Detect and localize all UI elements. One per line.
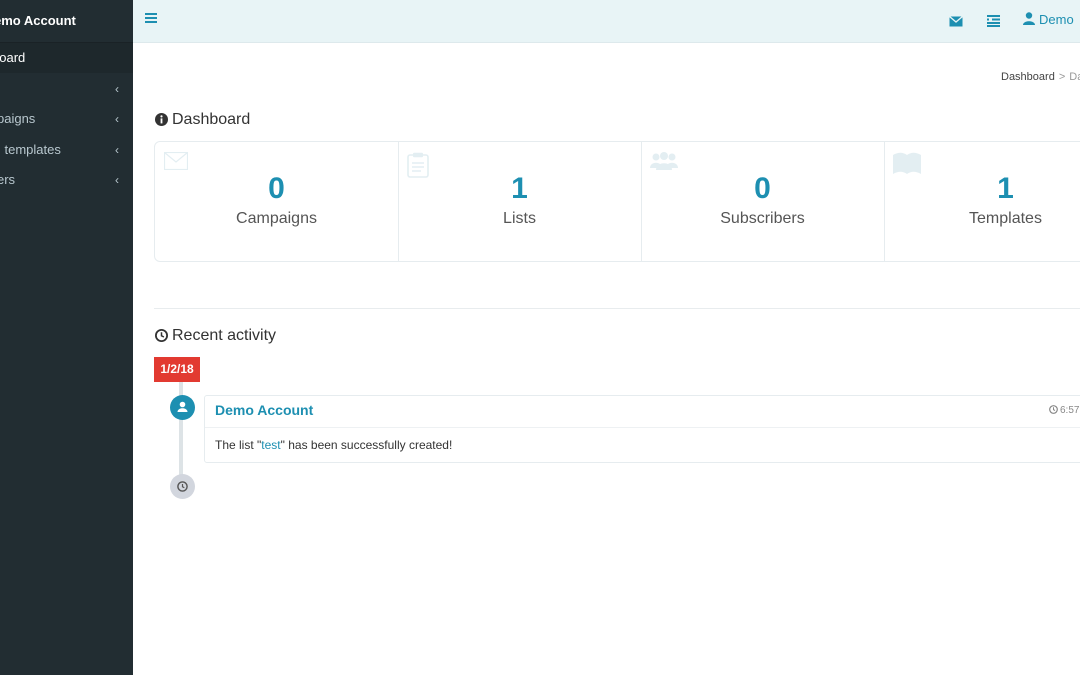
sidebar-item-campaigns[interactable]: paigns ‹ xyxy=(0,104,133,134)
breadcrumb-link-dashboard[interactable]: Dashboard xyxy=(1001,71,1055,83)
stat-subscribers[interactable]: 0 Subscribers xyxy=(641,142,885,261)
chevron-left-icon: ‹ xyxy=(115,143,119,157)
sidebar-item-dashboard[interactable]: board xyxy=(0,43,133,73)
chevron-left-icon: ‹ xyxy=(115,82,119,96)
info-circle-icon xyxy=(155,113,168,126)
dashboard-title: Dashboard xyxy=(155,111,250,129)
recent-activity-title-text: Recent activity xyxy=(172,327,277,344)
date-badge: 1/2/18 xyxy=(154,357,200,382)
stat-value: 0 xyxy=(268,172,285,205)
sidebar-brand[interactable]: emo Account xyxy=(0,0,133,43)
main-content: Dashboard>Da Dashboard 0 Campaigns 1 Lis… xyxy=(133,43,1080,675)
menu-toggle-icon[interactable] xyxy=(145,13,157,23)
sidebar-item-templates[interactable]: l templates ‹ xyxy=(0,135,133,165)
stat-lists[interactable]: 1 Lists xyxy=(398,142,642,261)
timeline-item-body: The list "test" has been successfully cr… xyxy=(205,427,1080,463)
user-icon xyxy=(1023,12,1035,25)
dashboard-title-text: Dashboard xyxy=(172,111,251,128)
stat-value: 1 xyxy=(997,172,1014,205)
stat-label: Campaigns xyxy=(236,210,317,227)
recent-activity-title: Recent activity xyxy=(155,327,276,345)
sidebar-item-label: l templates xyxy=(0,142,61,157)
timeline-item-message: The list "test" has been successfully cr… xyxy=(215,438,452,452)
chevron-left-icon: ‹ xyxy=(115,173,119,187)
clock-icon xyxy=(177,481,188,492)
sidebar-item-label: board xyxy=(0,50,26,65)
timeline-item-author[interactable]: Demo Account xyxy=(215,402,313,418)
breadcrumb: Dashboard>Da xyxy=(1001,71,1080,83)
section-divider xyxy=(154,308,1080,309)
stat-label: Subscribers xyxy=(720,210,805,227)
user-name: Demo xyxy=(1039,12,1074,27)
list-link[interactable]: test xyxy=(261,438,280,452)
chevron-left-icon: ‹ xyxy=(115,112,119,126)
tasks-icon[interactable] xyxy=(987,14,1000,32)
stat-label: Lists xyxy=(503,210,536,227)
stat-templates[interactable]: 1 Templates xyxy=(884,142,1080,261)
stat-label: Templates xyxy=(969,210,1042,227)
timeline-end-marker xyxy=(170,474,195,499)
sidebar-item-label: paigns xyxy=(0,111,36,126)
clock-icon xyxy=(155,329,168,342)
sidebar-item-label: ers xyxy=(0,172,16,187)
user-icon xyxy=(177,401,188,412)
stats-panel: 0 Campaigns 1 Lists 0 Subscribers 1 Temp… xyxy=(154,141,1080,262)
timeline-item-time: 6:57 xyxy=(1049,405,1079,416)
sidebar-item-lists[interactable]: ‹ xyxy=(0,74,133,104)
top-navbar: Demo xyxy=(133,0,1080,43)
breadcrumb-separator: > xyxy=(1058,71,1066,83)
user-menu[interactable]: Demo xyxy=(1023,12,1074,30)
stat-campaigns[interactable]: 0 Campaigns xyxy=(155,142,399,261)
sidebar: emo Account board ‹ paigns ‹ l templates… xyxy=(0,0,133,675)
sidebar-item-subscribers[interactable]: ers ‹ xyxy=(0,165,133,195)
clock-icon xyxy=(1049,405,1058,414)
timeline-user-marker xyxy=(170,395,195,420)
breadcrumb-current: Da xyxy=(1069,71,1080,83)
message-text: " has been successfully created! xyxy=(280,438,453,452)
envelope-icon[interactable] xyxy=(949,14,963,32)
stat-value: 1 xyxy=(511,172,528,205)
timeline-item: Demo Account 6:57 The list "test" has be… xyxy=(204,395,1080,463)
message-text: The list " xyxy=(215,438,262,452)
stat-value: 0 xyxy=(754,172,771,205)
timeline-item-time-text: 6:57 xyxy=(1060,405,1080,416)
